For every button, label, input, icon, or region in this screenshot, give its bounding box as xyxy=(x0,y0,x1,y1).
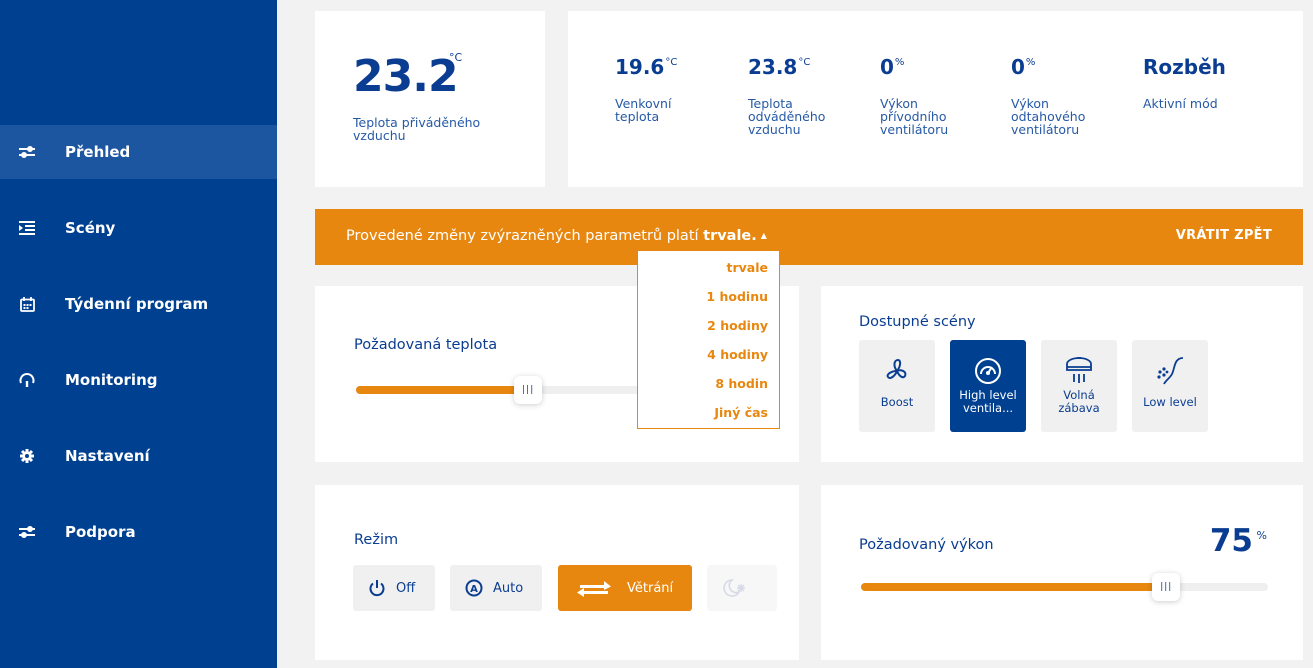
scenes-card: Dostupné scény Boost High level ventila.… xyxy=(821,286,1303,462)
changes-banner: Provedené změny zvýrazněných parametrů p… xyxy=(315,209,1303,265)
dropdown-option-4-hodiny[interactable]: 4 hodiny xyxy=(707,347,768,362)
sidebar-item-sceny[interactable]: Scény xyxy=(0,201,277,255)
stat-label: Výkon přívodního ventilátoru xyxy=(880,96,949,137)
sidebar-item-tydenni-program[interactable]: Týdenní program xyxy=(0,277,277,331)
duration-dropdown: trvale 1 hodinu 2 hodiny 4 hodiny 8 hodi… xyxy=(637,250,780,429)
sliders-icon xyxy=(17,522,37,542)
power-card: Požadovaný výkon 75 % ||| xyxy=(821,485,1303,660)
auto-icon: A xyxy=(465,579,483,597)
speedometer-icon xyxy=(950,354,1026,388)
dropdown-option-jiny-cas[interactable]: Jiný čas xyxy=(714,405,768,420)
stat-unit: °C xyxy=(798,57,811,68)
sidebar-item-podpora[interactable]: Podpora xyxy=(0,505,277,559)
scene-boost[interactable]: Boost xyxy=(859,340,935,432)
scene-high-level-ventilation[interactable]: High level ventila... xyxy=(950,340,1026,432)
scene-label: High level ventila... xyxy=(959,388,1017,415)
sidebar-item-nastaveni[interactable]: Nastavení xyxy=(0,429,277,483)
power-title: Požadovaný výkon xyxy=(859,537,994,553)
mode-label: Auto xyxy=(493,580,524,596)
sidebar-item-label: Týdenní program xyxy=(65,295,209,313)
stat-label: Venkovní teplota xyxy=(615,96,672,124)
revert-button[interactable]: VRÁTIT ZPĚT xyxy=(1176,228,1272,243)
fan-icon xyxy=(859,354,935,388)
mode-auto-button[interactable]: A Auto xyxy=(450,565,542,611)
mode-off-button[interactable]: Off xyxy=(353,565,435,611)
gear-icon xyxy=(17,446,37,466)
sidebar-item-label: Scény xyxy=(65,219,116,237)
stat-label: Aktivní mód xyxy=(1143,96,1218,111)
list-indent-icon xyxy=(17,218,37,238)
air-conditioner-icon xyxy=(1041,354,1117,388)
duration-selector[interactable]: trvale. xyxy=(703,228,757,244)
temperature-slider-thumb[interactable]: ||| xyxy=(514,376,543,404)
sidebar-item-label: Nastavení xyxy=(65,447,150,465)
sidebar-item-label: Podpora xyxy=(65,523,136,541)
night-mode-icon xyxy=(721,578,747,598)
power-value: 75 xyxy=(1209,523,1253,559)
banner-text: Provedené změny zvýrazněných parametrů p… xyxy=(346,228,699,244)
mode-vetrani-button[interactable]: Větrání xyxy=(558,565,692,611)
sidebar: Přehled Scény Týdenní program Monitoring… xyxy=(0,0,277,668)
supply-temperature-card: 23.2 °C Teplota přiváděného vzduchu xyxy=(315,11,545,187)
banner-message: Provedené změny zvýrazněných parametrů p… xyxy=(346,228,767,244)
calendar-icon xyxy=(17,294,37,314)
dropdown-option-trvale[interactable]: trvale xyxy=(727,260,769,275)
svg-text:A: A xyxy=(470,584,478,595)
scene-low-level[interactable]: Low level xyxy=(1132,340,1208,432)
power-icon xyxy=(368,579,386,597)
scenes-title: Dostupné scény xyxy=(859,314,976,330)
gauge-icon xyxy=(17,370,37,390)
sliders-icon xyxy=(17,142,37,162)
stat-supply-fan-power: 0% Výkon přívodního ventilátoru xyxy=(880,55,970,136)
stat-exhaust-temp: 23.8°C Teplota odváděného vzduchu xyxy=(748,55,843,136)
power-slider[interactable] xyxy=(861,583,1268,591)
sidebar-item-monitoring[interactable]: Monitoring xyxy=(0,353,277,407)
stat-value: Rozběh xyxy=(1143,55,1226,79)
power-unit: % xyxy=(1256,529,1267,542)
mode-night-button[interactable] xyxy=(707,565,777,611)
stat-value: 0 xyxy=(1011,55,1025,79)
stat-value: 23.8 xyxy=(748,55,798,79)
scene-label: Boost xyxy=(880,395,914,409)
dropdown-option-2-hodiny[interactable]: 2 hodiny xyxy=(707,318,768,333)
sidebar-item-label: Monitoring xyxy=(65,371,158,389)
supply-temperature-unit: °C xyxy=(449,51,463,64)
stat-unit: °C xyxy=(665,57,678,68)
scene-volna-zabava[interactable]: Volná zábava xyxy=(1041,340,1117,432)
stat-outdoor-temp: 19.6°C Venkovní teplota xyxy=(615,55,695,123)
sidebar-item-prehled[interactable]: Přehled xyxy=(0,125,277,179)
stat-exhaust-fan-power: 0% Výkon odtahového ventilátoru xyxy=(1011,55,1101,136)
scene-label: Volná zábava xyxy=(1058,388,1100,415)
power-slider-thumb[interactable]: ||| xyxy=(1152,573,1181,601)
dropdown-option-1-hodinu[interactable]: 1 hodinu xyxy=(706,289,768,304)
stat-label: Teplota odváděného vzduchu xyxy=(748,96,826,137)
mode-card: Režim Off A Auto Větrání xyxy=(315,485,799,660)
sidebar-item-label: Přehled xyxy=(65,143,131,161)
temperature-title: Požadovaná teplota xyxy=(354,337,498,353)
stat-active-mode: Rozběh Aktivní mód xyxy=(1143,55,1253,110)
stat-unit: % xyxy=(894,57,905,68)
temperature-slider-fill xyxy=(356,386,529,394)
supply-temperature-value: 23.2 xyxy=(353,51,459,102)
mode-title: Režim xyxy=(354,532,399,548)
stat-label: Výkon odtahového ventilátoru xyxy=(1011,96,1086,137)
stat-value: 0 xyxy=(880,55,894,79)
breeze-icon xyxy=(1132,354,1208,388)
stat-unit: % xyxy=(1025,57,1036,68)
power-slider-fill xyxy=(861,583,1167,591)
scene-label: Low level xyxy=(1143,395,1197,409)
supply-temperature-label: Teplota přiváděného vzduchu xyxy=(353,115,481,143)
stat-value: 19.6 xyxy=(615,55,665,79)
stats-card: 19.6°C Venkovní teplota 23.8°C Teplota o… xyxy=(568,11,1303,187)
exchange-arrows-icon xyxy=(576,578,612,598)
dropdown-option-8-hodin[interactable]: 8 hodin xyxy=(715,376,768,391)
mode-label: Off xyxy=(396,580,416,596)
mode-label: Větrání xyxy=(627,580,674,596)
caret-up-icon[interactable]: ▲ xyxy=(761,231,767,240)
